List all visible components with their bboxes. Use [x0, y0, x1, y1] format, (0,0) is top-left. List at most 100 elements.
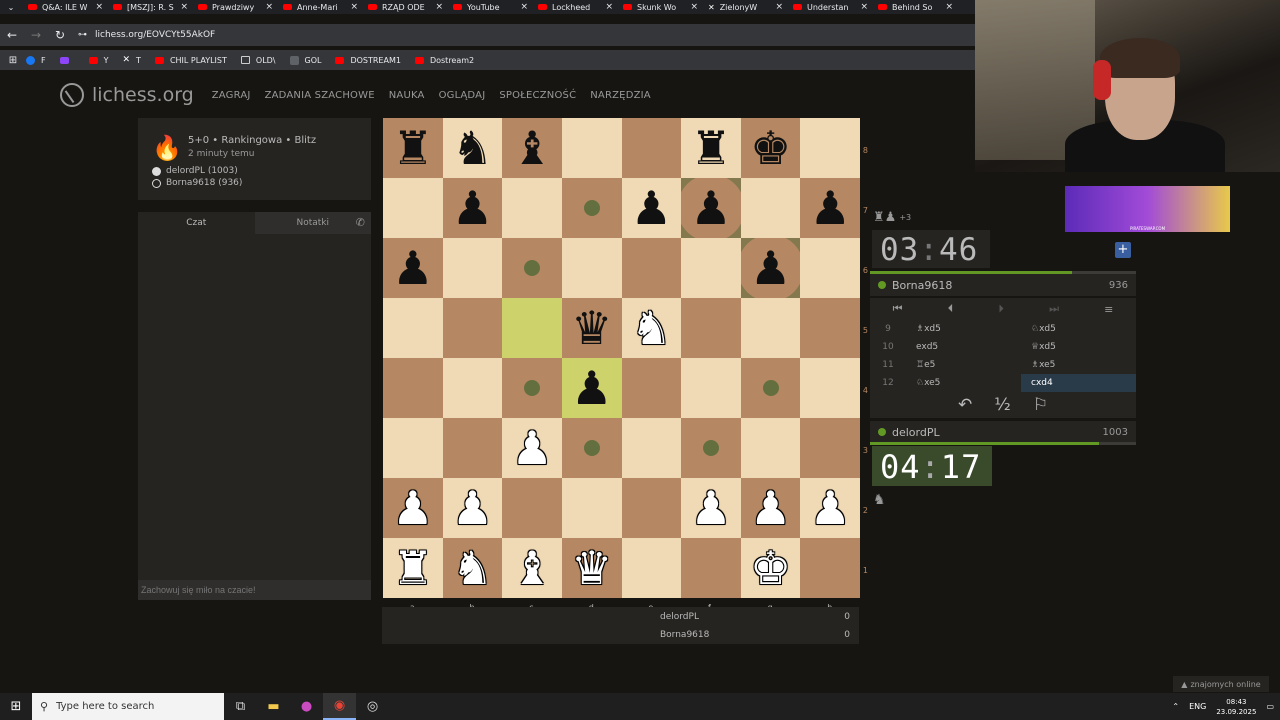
black-piece[interactable]: ♟ — [392, 245, 433, 291]
close-tab-icon[interactable]: × — [180, 2, 188, 12]
white-piece[interactable]: ♝ — [511, 545, 552, 591]
close-tab-icon[interactable]: × — [95, 2, 103, 12]
square-b7[interactable]: ♟ — [442, 178, 503, 238]
bookmark-twitch[interactable] — [59, 56, 75, 64]
back-arrow-icon[interactable]: ← — [0, 28, 24, 42]
white-piece[interactable]: ♚ — [750, 545, 791, 591]
square-g3[interactable] — [740, 418, 801, 478]
square-e6[interactable] — [621, 238, 682, 298]
square-d2[interactable] — [561, 478, 622, 538]
bookmark-dostream1[interactable]: DOSTREAM1 — [335, 56, 401, 65]
plus-icon[interactable]: + — [1115, 242, 1131, 258]
language-indicator[interactable]: ENG — [1189, 702, 1206, 711]
tab-search-icon[interactable]: ⌄ — [0, 3, 22, 12]
black-piece[interactable]: ♜ — [690, 125, 731, 171]
white-piece[interactable]: ♛ — [571, 545, 612, 591]
browser-tab[interactable]: Anne-Mari × — [277, 0, 362, 14]
white-piece[interactable]: ♟ — [750, 485, 791, 531]
close-tab-icon[interactable]: × — [265, 2, 273, 12]
square-h8[interactable] — [800, 118, 860, 178]
browser-tab[interactable]: Understan × — [787, 0, 872, 14]
square-b4[interactable] — [442, 358, 503, 418]
menu-icon[interactable]: ≡ — [1104, 303, 1113, 316]
lichess-logo[interactable]: lichess.org — [60, 83, 194, 107]
browser-tab[interactable]: Prawdziwy × — [192, 0, 277, 14]
square-e8[interactable] — [621, 118, 682, 178]
taskbar-clock[interactable]: 08:43 23.09.2025 — [1216, 697, 1256, 717]
black-piece[interactable]: ♟ — [690, 185, 731, 231]
square-d5[interactable]: ♛ — [561, 298, 622, 358]
black-move[interactable]: ♘xd5 — [1021, 324, 1136, 334]
nav-zagraj[interactable]: ZAGRAJ — [212, 90, 251, 101]
app-icon[interactable]: ● — [290, 693, 323, 720]
square-b8[interactable]: ♞ — [442, 118, 503, 178]
square-c8[interactable]: ♝ — [502, 118, 562, 178]
next-move-icon[interactable]: ⏵ — [998, 302, 1004, 316]
square-h3[interactable] — [800, 418, 860, 478]
nav-narzedzia[interactable]: NARZĘDZIA — [590, 90, 651, 101]
square-f2[interactable]: ♟ — [681, 478, 741, 538]
tab-chat[interactable]: Czat — [138, 212, 255, 234]
nav-ogladaj[interactable]: OGLĄDAJ — [439, 90, 486, 101]
square-c2[interactable] — [502, 478, 562, 538]
reload-icon[interactable]: ↻ — [48, 28, 72, 42]
square-e5[interactable]: ♞ — [621, 298, 682, 358]
white-move[interactable]: ♖e5 — [906, 360, 1021, 370]
tab-notes[interactable]: Notatki — [255, 212, 372, 234]
last-move-icon[interactable]: ⏭ — [1049, 302, 1059, 316]
black-piece[interactable]: ♟ — [631, 185, 672, 231]
square-b1[interactable]: ♞ — [442, 538, 503, 598]
square-g1[interactable]: ♚ — [740, 538, 801, 598]
square-c3[interactable]: ♟ — [502, 418, 562, 478]
square-f8[interactable]: ♜ — [681, 118, 741, 178]
white-piece[interactable]: ♜ — [392, 545, 433, 591]
white-piece[interactable]: ♞ — [452, 545, 493, 591]
square-f5[interactable] — [681, 298, 741, 358]
square-c4[interactable] — [502, 358, 562, 418]
close-tab-icon[interactable]: × — [520, 2, 528, 12]
move-hint-dot[interactable] — [524, 260, 541, 276]
white-player-info[interactable]: delordPL (1003) — [152, 166, 238, 176]
square-b2[interactable]: ♟ — [442, 478, 503, 538]
white-piece[interactable]: ♞ — [631, 305, 672, 351]
browser-tab[interactable]: [MSZJ]: R. S × — [107, 0, 192, 14]
move-hint-dot[interactable] — [762, 380, 779, 396]
browser-tab[interactable]: RZĄD ODE × — [362, 0, 447, 14]
task-view-icon[interactable]: ⧉ — [224, 693, 257, 720]
square-h6[interactable] — [800, 238, 860, 298]
white-piece[interactable]: ♟ — [452, 485, 493, 531]
move-hint-dot[interactable] — [583, 440, 600, 456]
black-piece[interactable]: ♟ — [810, 185, 851, 231]
close-tab-icon[interactable]: × — [350, 2, 358, 12]
chat-input[interactable] — [138, 580, 371, 600]
square-c1[interactable]: ♝ — [502, 538, 562, 598]
square-h5[interactable] — [800, 298, 860, 358]
square-h2[interactable]: ♟ — [800, 478, 860, 538]
black-piece[interactable]: ♟ — [750, 245, 791, 291]
close-tab-icon[interactable]: × — [690, 2, 698, 12]
square-e4[interactable] — [621, 358, 682, 418]
black-piece[interactable]: ♚ — [750, 125, 791, 171]
white-piece[interactable]: ♟ — [392, 485, 433, 531]
black-move[interactable]: ♕xd5 — [1021, 342, 1136, 352]
bookmark-f[interactable]: F — [26, 55, 46, 65]
square-g7[interactable] — [740, 178, 801, 238]
apps-grid-icon[interactable]: ⊞ — [0, 55, 26, 66]
first-move-icon[interactable]: ⏮ — [893, 302, 903, 316]
square-h4[interactable] — [800, 358, 860, 418]
square-g5[interactable] — [740, 298, 801, 358]
square-a3[interactable] — [383, 418, 443, 478]
black-piece[interactable]: ♛ — [571, 305, 612, 351]
friends-online-button[interactable]: ▲ znajomych online — [1173, 676, 1269, 692]
black-move[interactable]: ♗xe5 — [1021, 360, 1136, 370]
browser-tab[interactable]: ✕ ZielonyW × — [702, 0, 787, 14]
forward-arrow-icon[interactable]: → — [24, 28, 48, 42]
bookmark-old[interactable]: OLD\ — [240, 56, 276, 65]
prev-move-icon[interactable]: ⏴ — [948, 302, 954, 316]
square-d4[interactable]: ♟ — [561, 358, 622, 418]
square-h1[interactable] — [800, 538, 860, 598]
bookmark-dostream2[interactable]: Dostream2 — [414, 56, 474, 65]
square-a1[interactable]: ♜ — [383, 538, 443, 598]
file-explorer-icon[interactable]: ▬ — [257, 693, 290, 720]
notification-icon[interactable]: ▭ — [1266, 702, 1274, 711]
